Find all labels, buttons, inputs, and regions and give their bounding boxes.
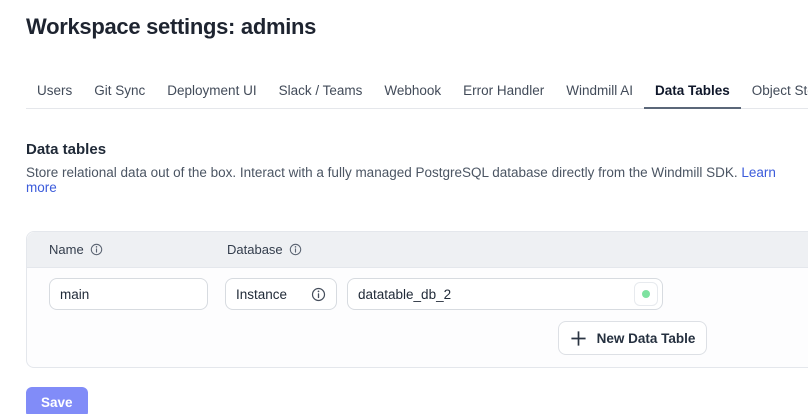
info-icon[interactable] — [289, 243, 302, 256]
table-body: Instance New Data Table — [27, 268, 808, 367]
connection-status-button[interactable] — [634, 282, 658, 306]
settings-tabbar: Users Git Sync Deployment UI Slack / Tea… — [26, 76, 808, 109]
workspace-settings-page: Workspace settings: admins Users Git Syn… — [0, 14, 808, 414]
tab-data-tables[interactable]: Data Tables — [644, 76, 741, 109]
section-heading: Data tables — [26, 141, 782, 158]
database-source-select[interactable]: Instance — [225, 278, 337, 310]
tab-object-storage[interactable]: Object Storage — [741, 76, 808, 109]
new-data-table-label: New Data Table — [597, 331, 696, 346]
column-header-database: Database — [227, 242, 302, 257]
section-description-text: Store relational data out of the box. In… — [26, 165, 738, 180]
table-header-row: Name Database — [27, 232, 808, 268]
status-dot-icon — [642, 290, 650, 298]
section-description: Store relational data out of the box. In… — [26, 165, 782, 195]
tab-deployment-ui[interactable]: Deployment UI — [156, 76, 267, 109]
database-name-input[interactable] — [347, 278, 663, 310]
tab-error-handler[interactable]: Error Handler — [452, 76, 555, 109]
page-title: Workspace settings: admins — [26, 14, 808, 40]
tab-users[interactable]: Users — [26, 76, 83, 109]
tab-git-sync[interactable]: Git Sync — [83, 76, 156, 109]
database-name-field — [347, 278, 663, 310]
data-tables-section: Data tables Store relational data out of… — [26, 141, 782, 195]
database-source-value: Instance — [236, 287, 287, 302]
table-actions-row: New Data Table — [49, 321, 808, 355]
data-tables-card: Name Database Instance — [26, 231, 808, 368]
name-column-label: Name — [49, 242, 84, 257]
info-icon[interactable] — [311, 287, 326, 302]
save-button[interactable]: Save — [26, 387, 88, 414]
table-row: Instance — [49, 278, 808, 310]
table-name-input[interactable] — [49, 278, 208, 310]
tab-windmill-ai[interactable]: Windmill AI — [555, 76, 644, 109]
tab-slack-teams[interactable]: Slack / Teams — [268, 76, 374, 109]
info-icon[interactable] — [90, 243, 103, 256]
plus-icon — [570, 330, 587, 347]
new-data-table-button[interactable]: New Data Table — [558, 321, 707, 355]
column-header-name: Name — [49, 242, 227, 257]
database-column-label: Database — [227, 242, 283, 257]
tab-webhook[interactable]: Webhook — [373, 76, 452, 109]
